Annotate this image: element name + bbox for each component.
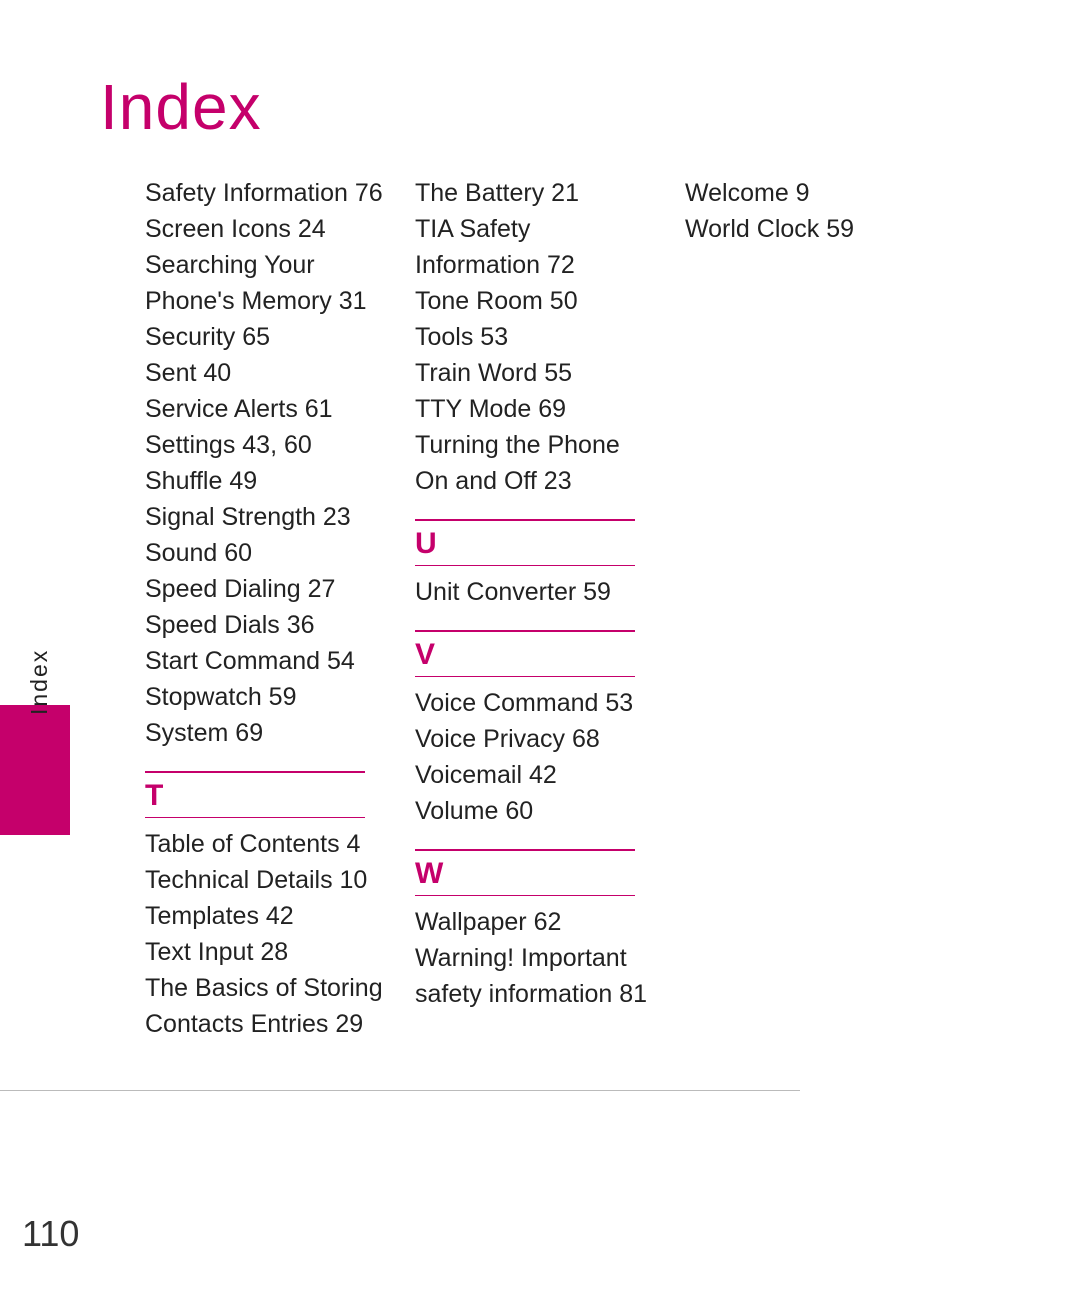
index-column-1: Safety Information 76Screen Icons 24Sear… [145, 175, 385, 1042]
index-entry: Signal Strength 23 [145, 499, 385, 535]
footer-rule [0, 1090, 800, 1091]
page-title: Index [100, 70, 262, 144]
index-entry: Volume 60 [415, 793, 655, 829]
index-entry: Text Input 28 [145, 934, 385, 970]
index-entry: System 69 [145, 715, 385, 751]
index-entry: Wallpaper 62 [415, 904, 655, 940]
index-entry: Shuffle 49 [145, 463, 385, 499]
index-entry: Templates 42 [145, 898, 385, 934]
index-entry: Voice Privacy 68 [415, 721, 655, 757]
index-entry: Speed Dialing 27 [145, 571, 385, 607]
section-letter: U [415, 519, 635, 566]
index-entry: Train Word 55 [415, 355, 655, 391]
side-label: Index [26, 649, 53, 715]
index-entry: Service Alerts 61 [145, 391, 385, 427]
index-entry: Welcome 9 [685, 175, 925, 211]
section-letter: T [145, 771, 365, 818]
index-entry: Sound 60 [145, 535, 385, 571]
index-entry: Unit Converter 59 [415, 574, 655, 610]
section-break: T [145, 771, 385, 818]
index-entry: Stopwatch 59 [145, 679, 385, 715]
index-entry: Screen Icons 24 [145, 211, 385, 247]
index-entry: Safety Information 76 [145, 175, 385, 211]
index-entry: Security 65 [145, 319, 385, 355]
index-entry: Speed Dials 36 [145, 607, 385, 643]
page-number: 110 [22, 1213, 79, 1255]
index-column-3: Welcome 9World Clock 59 [685, 175, 925, 247]
index-entry: TTY Mode 69 [415, 391, 655, 427]
index-entry: Technical Details 10 [145, 862, 385, 898]
index-entry: Settings 43, 60 [145, 427, 385, 463]
index-entry: Tone Room 50 [415, 283, 655, 319]
index-entry: Turning the Phone On and Off 23 [415, 427, 655, 499]
section-break: U [415, 519, 655, 566]
index-entry: The Basics of Storing Contacts Entries 2… [145, 970, 385, 1042]
side-tab [0, 705, 70, 835]
index-entry: Searching Your Phone's Memory 31 [145, 247, 385, 319]
index-entry: TIA Safety Information 72 [415, 211, 655, 283]
index-entry: Sent 40 [145, 355, 385, 391]
index-entry: Warning! Important safety information 81 [415, 940, 655, 1012]
section-break: W [415, 849, 655, 896]
index-entry: Voicemail 42 [415, 757, 655, 793]
index-entry: The Battery 21 [415, 175, 655, 211]
section-letter: V [415, 630, 635, 677]
section-letter: W [415, 849, 635, 896]
index-entry: Voice Command 53 [415, 685, 655, 721]
index-column-2: The Battery 21TIA Safety Information 72T… [415, 175, 655, 1012]
index-entry: World Clock 59 [685, 211, 925, 247]
index-entry: Table of Contents 4 [145, 826, 385, 862]
index-entry: Start Command 54 [145, 643, 385, 679]
index-page: Index Index 110 Safety Information 76Scr… [0, 0, 1080, 1295]
section-break: V [415, 630, 655, 677]
index-entry: Tools 53 [415, 319, 655, 355]
